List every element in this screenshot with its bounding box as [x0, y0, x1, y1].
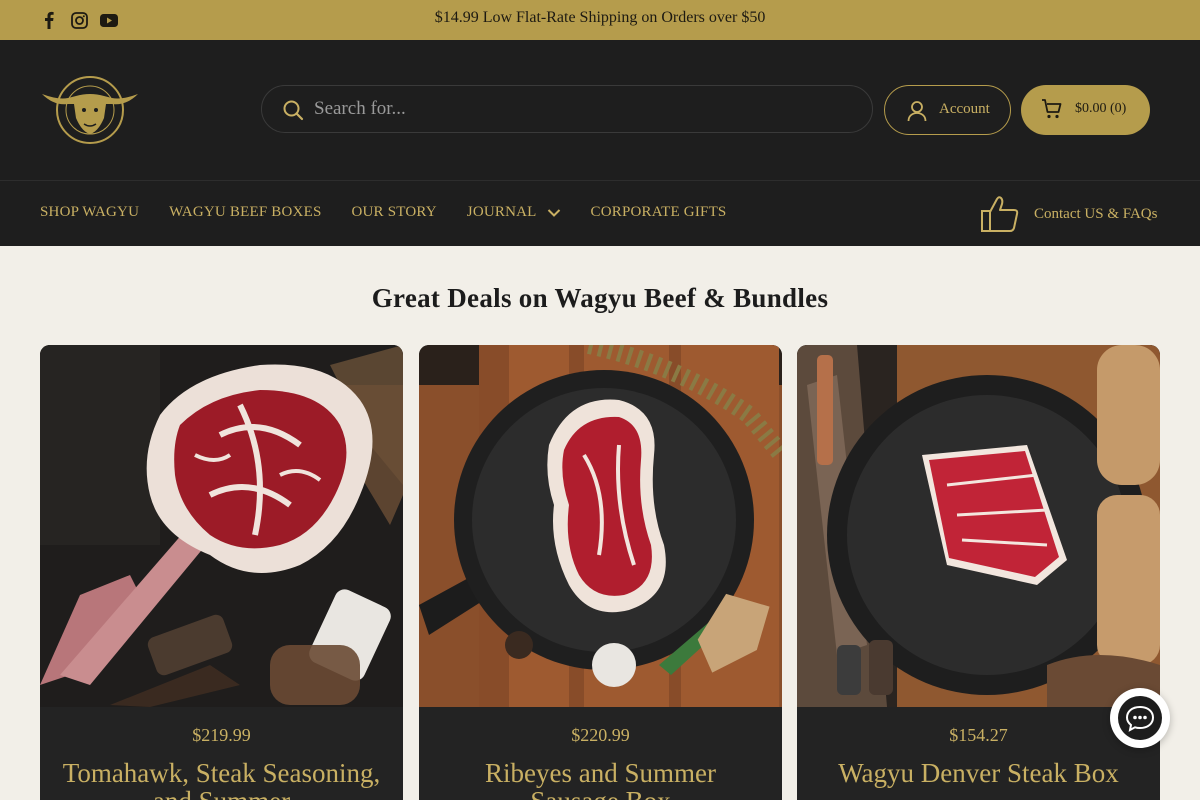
thumbs-up-icon: [981, 196, 1019, 232]
product-title[interactable]: Ribeyes and Summer Sausage Box: [439, 759, 762, 800]
nav-item-label: JOURNAL: [466, 204, 537, 220]
product-price: $219.99: [192, 725, 251, 745]
search-input[interactable]: [314, 94, 854, 124]
product-title[interactable]: Tomahawk, Steak Seasoning, and Summer: [60, 759, 383, 800]
search-icon: [282, 99, 304, 121]
announcement-text: $14.99 Low Flat-Rate Shipping on Orders …: [434, 9, 766, 26]
site-header: Account $0.00 (0): [0, 40, 1200, 180]
product-card[interactable]: $219.99 Tomahawk, Steak Seasoning, and S…: [40, 345, 403, 800]
cart-button[interactable]: $0.00 (0): [1021, 85, 1150, 135]
product-image[interactable]: [40, 345, 403, 707]
product-price: $220.99: [571, 725, 630, 745]
contact-label: Contact US & FAQs: [1034, 205, 1158, 222]
product-image[interactable]: [419, 345, 782, 707]
nav-item-journal[interactable]: JOURNAL: [467, 204, 561, 221]
nav-item-shop-wagyu[interactable]: SHOP WAGYU: [40, 204, 139, 221]
product-card[interactable]: $154.27 Wagyu Denver Steak Box: [797, 345, 1160, 800]
main-nav: SHOP WAGYU WAGYU BEEF BOXES OUR STORY JO…: [0, 180, 1200, 246]
contact-faq-link[interactable]: Contact US & FAQs: [980, 195, 1157, 233]
product-price: $154.27: [949, 725, 1008, 745]
product-title[interactable]: Wagyu Denver Steak Box: [817, 759, 1140, 787]
nav-item-corporate-gifts[interactable]: CORPORATE GIFTS: [591, 204, 727, 221]
section-title: Great Deals on Wagyu Beef & Bundles: [371, 283, 829, 313]
chevron-down-icon: [547, 208, 560, 217]
search-bar[interactable]: [261, 85, 873, 133]
product-image[interactable]: [797, 345, 1160, 707]
nav-item-label: CORPORATE GIFTS: [590, 204, 727, 220]
announcement-bar: $14.99 Low Flat-Rate Shipping on Orders …: [0, 0, 1200, 40]
chat-icon: [1118, 696, 1162, 740]
user-icon: [907, 100, 927, 122]
account-label: Account: [939, 101, 990, 117]
chat-button[interactable]: [1110, 688, 1170, 748]
product-card[interactable]: $220.99 Ribeyes and Summer Sausage Box: [419, 345, 782, 800]
cart-total: $0.00 (0): [1075, 101, 1127, 116]
site-logo[interactable]: [40, 74, 140, 146]
nav-item-wagyu-beef-boxes[interactable]: WAGYU BEEF BOXES: [169, 204, 321, 221]
nav-item-our-story[interactable]: OUR STORY: [351, 204, 436, 221]
cart-icon: [1041, 98, 1063, 120]
account-button[interactable]: Account: [884, 85, 1011, 135]
nav-item-label: WAGYU BEEF BOXES: [169, 204, 322, 220]
nav-item-label: OUR STORY: [351, 204, 437, 220]
nav-item-label: SHOP WAGYU: [40, 204, 140, 220]
